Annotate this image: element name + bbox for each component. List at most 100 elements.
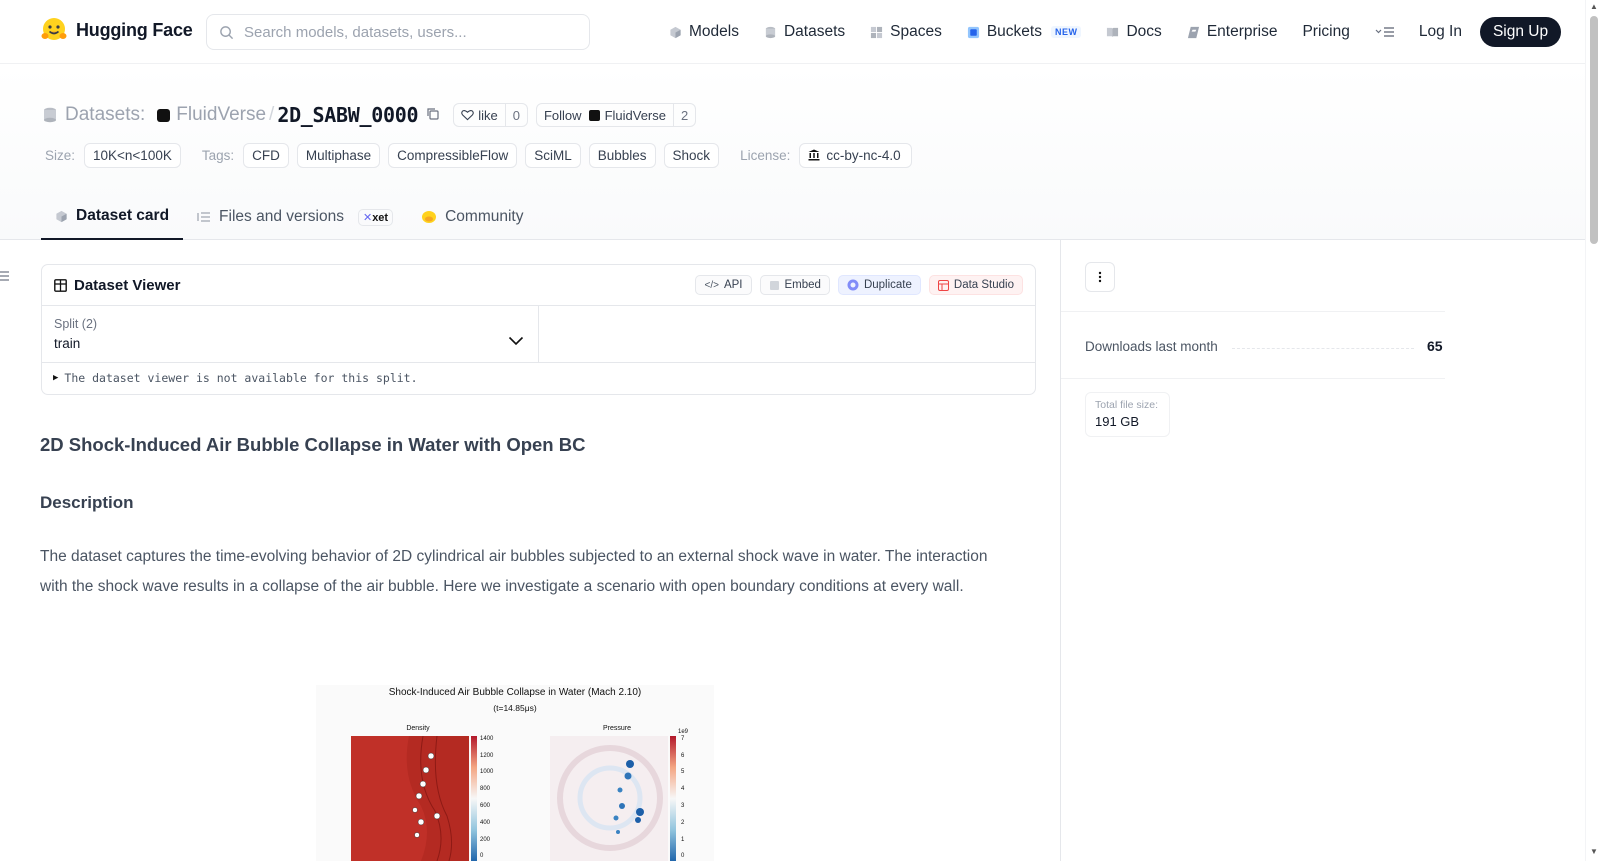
book-icon [1107, 27, 1119, 37]
license-value: cc-by-nc-4.0 [826, 147, 901, 163]
follow-button[interactable]: Follow FluidVerse 2 [535, 103, 697, 127]
file-size-label: Total file size: [1095, 399, 1159, 411]
scrollbar-thumb[interactable] [1590, 16, 1598, 244]
search-input[interactable] [244, 23, 564, 41]
pressure-tick: 7 [681, 736, 685, 742]
pressure-tick: 2 [681, 820, 685, 826]
signup-button[interactable]: Sign Up [1479, 17, 1562, 47]
cube-icon [670, 26, 681, 38]
density-tick: 800 [480, 786, 491, 792]
tab-community[interactable]: Community [407, 194, 537, 240]
nav-enterprise-label: Enterprise [1206, 23, 1278, 40]
pressure-tick: 3 [681, 803, 685, 809]
nav-spaces[interactable]: Spaces [870, 17, 942, 47]
nav-docs[interactable]: Docs [1106, 17, 1162, 47]
data-studio-icon [937, 279, 949, 291]
license-tag[interactable]: cc-by-nc-4.0 [799, 142, 912, 168]
pressure-tick: 5 [681, 769, 685, 775]
tab-files-label: Files and versions [219, 208, 344, 225]
viewer-unavailable-notice[interactable]: ▶ The dataset viewer is not available fo… [42, 363, 1035, 393]
tag-bubbles[interactable]: Bubbles [588, 142, 656, 168]
density-field-image [351, 735, 469, 861]
nav-datasets[interactable]: Datasets [764, 17, 845, 47]
org-link[interactable]: FluidVerse [176, 104, 266, 126]
size-tag[interactable]: 10K<n<100K [84, 142, 181, 168]
data-studio-button[interactable]: Data Studio [928, 275, 1023, 295]
files-icon [197, 212, 211, 222]
breadcrumb-separator: / [269, 104, 275, 125]
scroll-up-arrow-icon[interactable]: ▲ [1590, 2, 1598, 11]
more-options-button[interactable] [1085, 262, 1115, 292]
tag-cfd[interactable]: CFD [243, 142, 289, 168]
density-colorbar [471, 736, 477, 861]
copy-repo-name-button[interactable] [426, 107, 440, 124]
repo-tabs: Dataset card Files and versions ✕xet Com… [41, 194, 537, 240]
bucket-icon [967, 26, 979, 38]
search-box[interactable] [206, 14, 590, 50]
pressure-colorbar [670, 736, 676, 861]
brand-logo[interactable]: Hugging Face [40, 16, 193, 44]
page-scrollbar[interactable]: ▲ ▼ [1585, 0, 1600, 861]
density-tick: 400 [480, 820, 491, 826]
nav-enterprise[interactable]: Enterprise [1187, 17, 1278, 47]
pressure-exponent: 1e9 [678, 729, 689, 735]
tag-shock[interactable]: Shock [663, 142, 720, 168]
api-button[interactable]: </> API [695, 275, 752, 295]
density-tick: 1000 [480, 769, 494, 775]
bank-icon [808, 149, 820, 161]
description-paragraph: The dataset captures the time-evolving b… [40, 548, 988, 595]
size-label: Size: [45, 147, 76, 163]
viewer-message: The dataset viewer is not available for … [64, 371, 418, 385]
nav-pricing[interactable]: Pricing [1302, 17, 1349, 47]
tag-compressibleflow[interactable]: CompressibleFlow [388, 142, 518, 168]
tag-sciml[interactable]: SciML [525, 142, 581, 168]
density-panel-label: Density [406, 725, 430, 732]
description-heading: Description [40, 493, 134, 512]
toc-toggle-handle[interactable] [0, 270, 10, 285]
split-selector[interactable]: Split (2) train [42, 306, 539, 362]
divider [1061, 378, 1445, 379]
density-tick: 600 [480, 803, 491, 809]
repo-name[interactable]: 2D_SABW_0000 [277, 103, 418, 127]
list-icon [0, 271, 9, 281]
embed-button[interactable]: Embed [759, 275, 830, 295]
datasets-breadcrumb[interactable]: Datasets: [65, 104, 145, 126]
disclosure-triangle-icon: ▶ [53, 373, 59, 383]
pressure-tick: 1 [681, 837, 685, 843]
follow-org: FluidVerse [604, 107, 666, 123]
tab-dataset-card[interactable]: Dataset card [41, 194, 184, 240]
file-size-value: 191 GB [1095, 414, 1140, 429]
api-label: API [723, 279, 743, 291]
tab-files-and-versions[interactable]: Files and versions ✕xet [183, 194, 407, 240]
density-tick: 0 [480, 853, 484, 859]
duplicate-icon [847, 279, 859, 291]
density-tick: 1200 [480, 753, 494, 759]
figure-subtitle: (t=14.85μs) [493, 703, 537, 713]
nav-pricing-label: Pricing [1302, 23, 1350, 40]
login-link[interactable]: Log In [1419, 23, 1462, 41]
more-menu-button[interactable] [1375, 26, 1395, 38]
nav-models[interactable]: Models [669, 17, 739, 47]
tab-dataset-card-label: Dataset card [76, 207, 170, 224]
xet-badge-label: xet [372, 211, 389, 224]
nav-buckets[interactable]: Buckets NEW [967, 17, 1082, 47]
duplicate-label: Duplicate [863, 279, 912, 291]
pressure-tick: 6 [681, 753, 685, 759]
brand-name: Hugging Face [76, 19, 193, 40]
community-icon [422, 211, 437, 223]
license-label: License: [740, 147, 791, 163]
hugging-face-logo-icon [41, 18, 67, 40]
downloads-value: 65 [1427, 338, 1443, 354]
embed-label: Embed [784, 279, 821, 291]
table-icon [54, 278, 67, 292]
density-tick: 1400 [480, 736, 494, 742]
simulation-figure: Shock-Induced Air Bubble Collapse in Wat… [316, 685, 714, 861]
downloads-label: Downloads last month [1085, 339, 1218, 354]
pressure-tick: 0 [681, 853, 685, 859]
tag-multiphase[interactable]: Multiphase [296, 142, 381, 168]
duplicate-button[interactable]: Duplicate [837, 275, 921, 295]
scroll-down-arrow-icon[interactable]: ▼ [1590, 847, 1598, 856]
repo-sidebar: Downloads last month 65 Total file size:… [1060, 240, 1585, 861]
pressure-field-image [550, 736, 668, 861]
like-button[interactable]: like 0 [453, 103, 528, 127]
